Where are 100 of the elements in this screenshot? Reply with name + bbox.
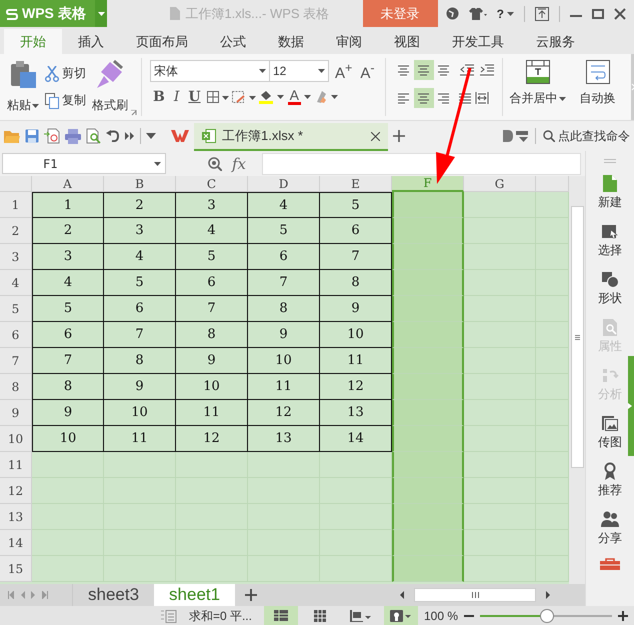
zoom-in-icon[interactable]	[618, 611, 628, 621]
restore-ribbon-icon[interactable]	[535, 6, 549, 20]
row-header[interactable]: 2	[0, 218, 32, 244]
formula-input[interactable]	[262, 152, 581, 174]
close-icon[interactable]	[614, 8, 626, 20]
column-header[interactable]: A	[32, 176, 104, 192]
column-header[interactable]: G	[464, 176, 536, 192]
collapse-icon[interactable]	[516, 130, 528, 142]
sidebar-button[interactable]: 推荐	[598, 462, 622, 499]
sidebar-button[interactable]: 传图	[598, 414, 622, 451]
skin-shirt-icon[interactable]	[468, 8, 487, 20]
sheet-tab[interactable]: sheet3	[73, 584, 154, 606]
row-header[interactable]: 5	[0, 296, 32, 322]
cut-button[interactable]: 剪切	[45, 65, 86, 82]
row-header[interactable]: 15	[0, 556, 32, 582]
increase-indent-icon[interactable]	[480, 64, 494, 76]
row-header[interactable]: 11	[0, 452, 32, 478]
paste-button[interactable]: 粘贴	[7, 97, 39, 114]
column-header[interactable]: C	[176, 176, 248, 192]
row-header[interactable]: 7	[0, 348, 32, 374]
app-menu-dropdown[interactable]	[95, 0, 107, 27]
decrease-font-button[interactable]: A$^{-}$	[358, 60, 377, 82]
new-tab-icon[interactable]	[393, 130, 405, 142]
sidebar-button[interactable]: 选择	[598, 222, 622, 259]
help-button[interactable]: ?	[496, 6, 514, 20]
dropdown-icon[interactable]	[146, 133, 156, 139]
distributed-icon[interactable]	[474, 92, 489, 104]
insert-function-button[interactable]: fx	[232, 154, 246, 172]
scroll-right-icon[interactable]	[546, 591, 551, 599]
row-header[interactable]: 3	[0, 244, 32, 270]
undo-icon[interactable]	[106, 130, 120, 142]
vertical-scrollbar[interactable]	[570, 206, 584, 468]
increase-font-button[interactable]: A$^{+}$	[333, 60, 354, 82]
copy-button[interactable]: 复制	[45, 92, 86, 109]
ribbon-tab[interactable]: 开始	[4, 29, 62, 54]
ribbon-tab[interactable]: 视图	[378, 29, 436, 54]
export-pdf-icon[interactable]	[44, 128, 60, 144]
italic-button[interactable]: I	[170, 89, 182, 105]
paintbrush-icon[interactable]	[96, 60, 124, 90]
horizontal-scrollbar[interactable]	[414, 588, 536, 602]
clipboard-icon[interactable]	[8, 60, 38, 90]
bold-button[interactable]: B	[150, 89, 168, 105]
decrease-indent-icon[interactable]	[460, 64, 474, 76]
ribbon-tab[interactable]: 云服务	[520, 29, 591, 54]
column-header[interactable]: B	[104, 176, 176, 192]
toolbox-icon[interactable]	[600, 558, 620, 570]
horizontal-align-button[interactable]	[414, 88, 434, 108]
wrap-text-button[interactable]: 自动换	[580, 90, 616, 107]
command-search-field[interactable]: 点此查找命令	[558, 128, 630, 144]
row-header[interactable]: 6	[0, 322, 32, 348]
fill-color-icon[interactable]	[258, 90, 285, 104]
justify-icon[interactable]	[458, 92, 471, 104]
sheet-tab[interactable]: sheet1	[154, 584, 236, 606]
row-header[interactable]: 10	[0, 426, 32, 452]
sidebar-button[interactable]: 新建	[598, 174, 622, 211]
merge-center-button[interactable]: 合并居中	[510, 90, 566, 107]
format-painter-button[interactable]: 格式刷	[92, 97, 128, 114]
wrap-text-icon[interactable]	[586, 60, 610, 84]
save-icon[interactable]	[25, 129, 39, 143]
ribbon-tab[interactable]: 插入	[62, 29, 120, 54]
underline-button[interactable]: U	[185, 89, 204, 105]
column-header[interactable]: D	[248, 176, 320, 192]
dialog-launcher-icon[interactable]	[131, 110, 137, 116]
view-mode-button[interactable]	[264, 606, 298, 625]
row-header[interactable]: 1	[0, 192, 32, 218]
ribbon-tab[interactable]: 公式	[204, 29, 262, 54]
sidebar-button[interactable]: 分享	[598, 510, 622, 547]
ribbon-tab[interactable]: 页面布局	[120, 29, 204, 54]
merge-cells-icon[interactable]	[526, 60, 550, 84]
vertical-align-button[interactable]	[414, 60, 434, 80]
ribbon-tab[interactable]: 数据	[262, 29, 320, 54]
name-box[interactable]: F1	[2, 153, 166, 174]
cell-style-icon[interactable]	[232, 90, 256, 104]
font-color-button[interactable]: A	[288, 89, 301, 105]
row-header[interactable]: 8	[0, 374, 32, 400]
add-sheet-icon[interactable]	[245, 589, 258, 601]
row-header[interactable]: 12	[0, 478, 32, 504]
document-d-icon[interactable]	[503, 130, 513, 142]
zoom-lens-icon[interactable]	[208, 156, 222, 170]
print-icon[interactable]	[65, 128, 81, 144]
column-header[interactable]: E	[320, 176, 392, 192]
print-preview-icon[interactable]	[86, 128, 101, 144]
document-tab[interactable]: 工作簿1.xlsx *	[194, 123, 388, 151]
eye-care-button[interactable]	[384, 606, 418, 625]
maximize-icon[interactable]	[592, 8, 604, 20]
ribbon-tab[interactable]: 审阅	[320, 29, 378, 54]
more-icon[interactable]	[125, 132, 135, 140]
font-name-dropdown[interactable]: 宋体	[150, 60, 270, 82]
ribbon-tab[interactable]: 开发工具	[436, 29, 520, 54]
row-header[interactable]: 13	[0, 504, 32, 530]
borders-icon[interactable]	[206, 91, 229, 103]
zoom-slider-thumb[interactable]	[540, 609, 554, 623]
sidebar-button[interactable]: 形状	[598, 270, 622, 307]
feedback-icon[interactable]	[446, 7, 459, 20]
close-tab-icon[interactable]	[371, 132, 380, 140]
sidebar-toggle[interactable]	[628, 356, 634, 456]
font-size-dropdown[interactable]: 12	[269, 60, 329, 82]
w-logo-icon[interactable]	[171, 129, 189, 143]
scroll-left-icon[interactable]	[399, 591, 404, 599]
zoom-track[interactable]	[480, 609, 612, 623]
